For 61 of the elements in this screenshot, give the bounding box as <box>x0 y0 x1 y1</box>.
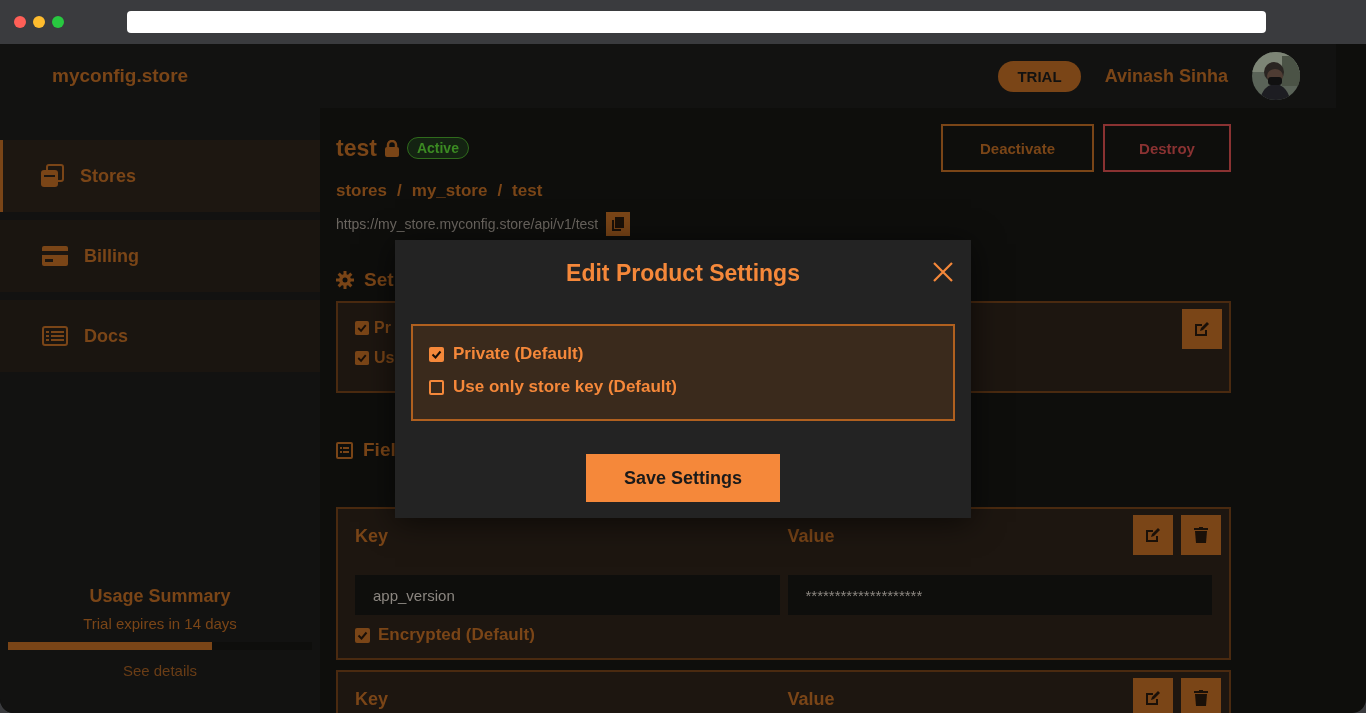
close-window-icon[interactable] <box>14 16 26 28</box>
close-button[interactable] <box>931 260 955 284</box>
dialog-title: Edit Product Settings <box>566 260 800 288</box>
logo[interactable]: myconfig.store <box>52 65 999 87</box>
trial-text: Trial expires in 14 days <box>83 615 237 632</box>
edit-button[interactable] <box>1133 515 1173 555</box>
checkbox[interactable] <box>429 379 444 395</box>
api-url: https://my_store.myconfig.store/api/v1/test <box>336 216 599 232</box>
edit-button[interactable] <box>1133 678 1173 713</box>
breadcrumb-link[interactable]: stores <box>336 181 388 201</box>
destroy-button[interactable]: Destroy <box>1103 124 1231 172</box>
sidebar-item[interactable]: Billing <box>0 220 320 292</box>
section-title: Set <box>364 269 394 291</box>
sidebar-item[interactable]: Stores <box>0 140 320 212</box>
edit-icon <box>1145 690 1161 706</box>
list-icon <box>336 441 353 459</box>
copy-button[interactable] <box>606 212 631 236</box>
section-title: Fiel <box>363 439 396 461</box>
trash-icon <box>1194 690 1208 706</box>
credit-card-icon <box>42 246 68 266</box>
breadcrumb-link[interactable]: my_store <box>411 181 488 201</box>
delete-button[interactable] <box>1181 678 1221 713</box>
value-label: Value <box>787 690 835 708</box>
option-label: Encrypted (Default) <box>378 625 535 645</box>
usage-title: Usage Summary <box>89 586 231 607</box>
edit-icon <box>1194 321 1210 337</box>
list-icon <box>42 326 68 346</box>
deactivate-button[interactable]: Deactivate <box>941 124 1094 172</box>
stacked-cards-icon <box>40 164 64 188</box>
key-field[interactable]: app_version <box>355 575 780 615</box>
close-icon <box>931 260 955 284</box>
key-label: Key <box>355 527 389 545</box>
edit-button[interactable] <box>1182 309 1222 349</box>
breadcrumb-separator: / <box>397 181 402 201</box>
option-label: Pr <box>374 319 391 337</box>
value-field[interactable]: ******************** <box>787 575 1212 615</box>
breadcrumb-separator: / <box>497 181 503 201</box>
option-label: Use only store key (Default) <box>453 377 677 397</box>
user-name[interactable]: Avinash Sinha <box>1104 65 1228 87</box>
value-label: Value <box>787 527 835 545</box>
save-button[interactable]: Save Settings <box>586 454 780 502</box>
status-badge: Active <box>406 137 469 159</box>
key-label: Key <box>355 690 389 708</box>
option-label: Private (Default) <box>453 344 584 364</box>
minimize-window-icon[interactable] <box>33 16 45 28</box>
checkbox[interactable] <box>429 346 444 362</box>
plan-badge: TRIAL <box>998 60 1081 92</box>
settings-icon <box>336 271 354 289</box>
checkbox[interactable] <box>355 351 369 365</box>
delete-button[interactable] <box>1181 515 1221 555</box>
breadcrumb-link[interactable]: test <box>512 181 543 201</box>
see-details-link[interactable]: See details <box>122 662 198 679</box>
copy-icon <box>612 217 625 231</box>
sidebar-item[interactable]: Docs <box>0 300 320 372</box>
edit-icon <box>1145 527 1161 543</box>
maximize-window-icon[interactable] <box>52 16 64 28</box>
checkbox[interactable] <box>355 627 370 643</box>
trash-icon <box>1194 527 1208 543</box>
product-name: test <box>336 134 377 162</box>
checkbox[interactable] <box>355 321 369 335</box>
option-label: Us <box>374 349 395 367</box>
